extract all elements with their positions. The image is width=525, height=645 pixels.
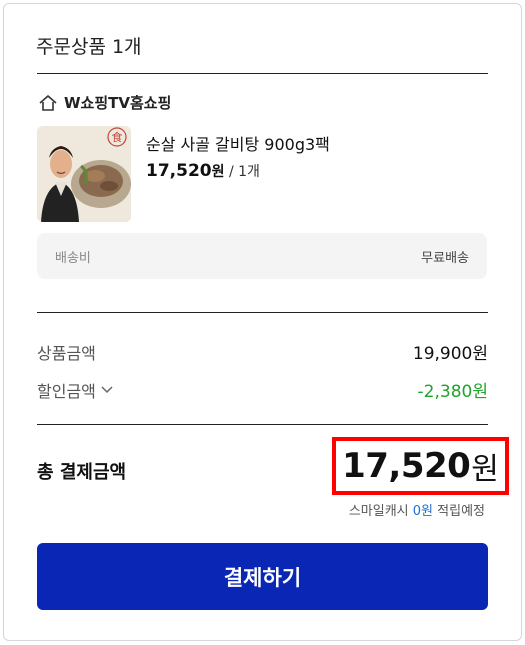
product-thumbnail[interactable]: 食 xyxy=(37,126,131,222)
product-name[interactable]: 순살 사골 갈비탕 900g3팩 xyxy=(146,131,330,155)
product-amount-value: 19,900원 xyxy=(412,344,488,364)
product-price-unit: 원 xyxy=(211,164,225,180)
order-items-title: 주문상품 1개 xyxy=(36,36,142,58)
svg-text:食: 食 xyxy=(112,130,123,144)
total-amount: 17,520 xyxy=(342,446,471,486)
pay-button[interactable]: 결제하기 xyxy=(37,543,488,610)
cash-amount: 0원 xyxy=(412,504,434,519)
product-amount-row: 상품금액 19,900원 xyxy=(37,339,488,365)
discount-toggle[interactable]: 할인금액 xyxy=(37,378,114,402)
shipping-value: 무료배송 xyxy=(421,250,469,266)
divider xyxy=(37,73,488,74)
smile-cash-note: 스마일캐시 0원 적립예정 xyxy=(349,500,485,519)
chevron-down-icon xyxy=(100,380,114,399)
total-amount-highlight: 17,520 원 xyxy=(332,437,509,495)
divider xyxy=(37,312,488,313)
order-summary-card: 주문상품 1개 W쇼핑TV홈쇼핑 食 순살 사골 갈비탕 900g3팩 17,5… xyxy=(3,3,522,641)
shop-name: W쇼핑TV홈쇼핑 xyxy=(64,94,172,112)
discount-label: 할인금액 xyxy=(37,381,96,401)
product-amount-label: 상품금액 xyxy=(37,343,96,363)
cash-prefix: 스마일캐시 xyxy=(348,504,409,519)
product-price-row: 17,520원 / 1개 xyxy=(146,161,260,181)
product-quantity: / 1개 xyxy=(228,164,260,180)
total-amount-unit: 원 xyxy=(471,452,499,487)
shipping-info: 배송비 무료배송 xyxy=(37,233,487,279)
shipping-label: 배송비 xyxy=(55,250,91,266)
home-icon xyxy=(38,94,58,112)
cash-suffix: 적립예정 xyxy=(437,504,485,519)
total-label: 총 결제금액 xyxy=(37,462,127,483)
product-price: 17,520 xyxy=(146,161,212,181)
discount-amount-row: 할인금액 -2,380원 xyxy=(37,377,488,403)
shop-row[interactable]: W쇼핑TV홈쇼핑 xyxy=(38,92,171,113)
discount-value: -2,380원 xyxy=(417,382,488,402)
divider xyxy=(37,424,488,425)
